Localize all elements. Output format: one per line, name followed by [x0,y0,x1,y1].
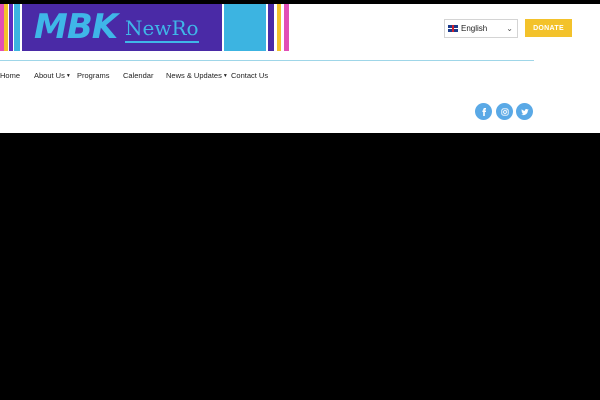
nav-item-label: About Us [34,71,65,80]
logo-stripe [9,4,13,51]
logo-stripe [4,4,8,51]
nav-item-calendar[interactable]: Calendar [123,71,153,80]
language-selected: English [461,24,488,33]
nav-item-label: Contact Us [231,71,269,80]
nav-item-home[interactable]: Home [0,71,20,80]
hero-media-area [0,133,600,400]
caret-down-icon: ▼ [65,73,71,80]
nav-item-news-updates[interactable]: News & Updates▼ [166,71,228,80]
instagram-icon [500,107,509,116]
logo-name: NewRo [125,16,199,43]
instagram-link[interactable] [496,103,513,120]
twitter-icon [520,108,529,115]
facebook-link[interactable] [475,103,492,120]
logo-stripe [277,4,281,51]
twitter-link[interactable] [516,103,533,120]
facebook-icon [481,107,486,116]
logo-mark: MBK [34,7,118,47]
site-logo[interactable]: MBK NewRo [0,4,290,51]
nav-item-label: Home [0,71,21,80]
logo-stripe [268,4,274,51]
logo-stripe [284,4,289,51]
nav-item-contact-us[interactable]: Contact Us [231,71,268,80]
logo-stripe [14,4,20,51]
donate-button[interactable]: DONATE [525,19,572,37]
language-select[interactable]: English ⌄ [444,19,518,38]
nav-item-about-us[interactable]: About Us▼ [34,71,71,80]
nav-item-label: Calendar [123,71,154,80]
uk-flag-icon [448,25,458,32]
logo-teal-block [224,4,266,51]
nav-item-label: Programs [77,71,110,80]
caret-down-icon: ▼ [222,73,228,80]
nav-item-programs[interactable]: Programs [77,71,110,80]
nav-item-label: News & Updates [166,71,222,80]
header-divider [0,60,534,61]
chevron-down-icon: ⌄ [506,24,513,33]
